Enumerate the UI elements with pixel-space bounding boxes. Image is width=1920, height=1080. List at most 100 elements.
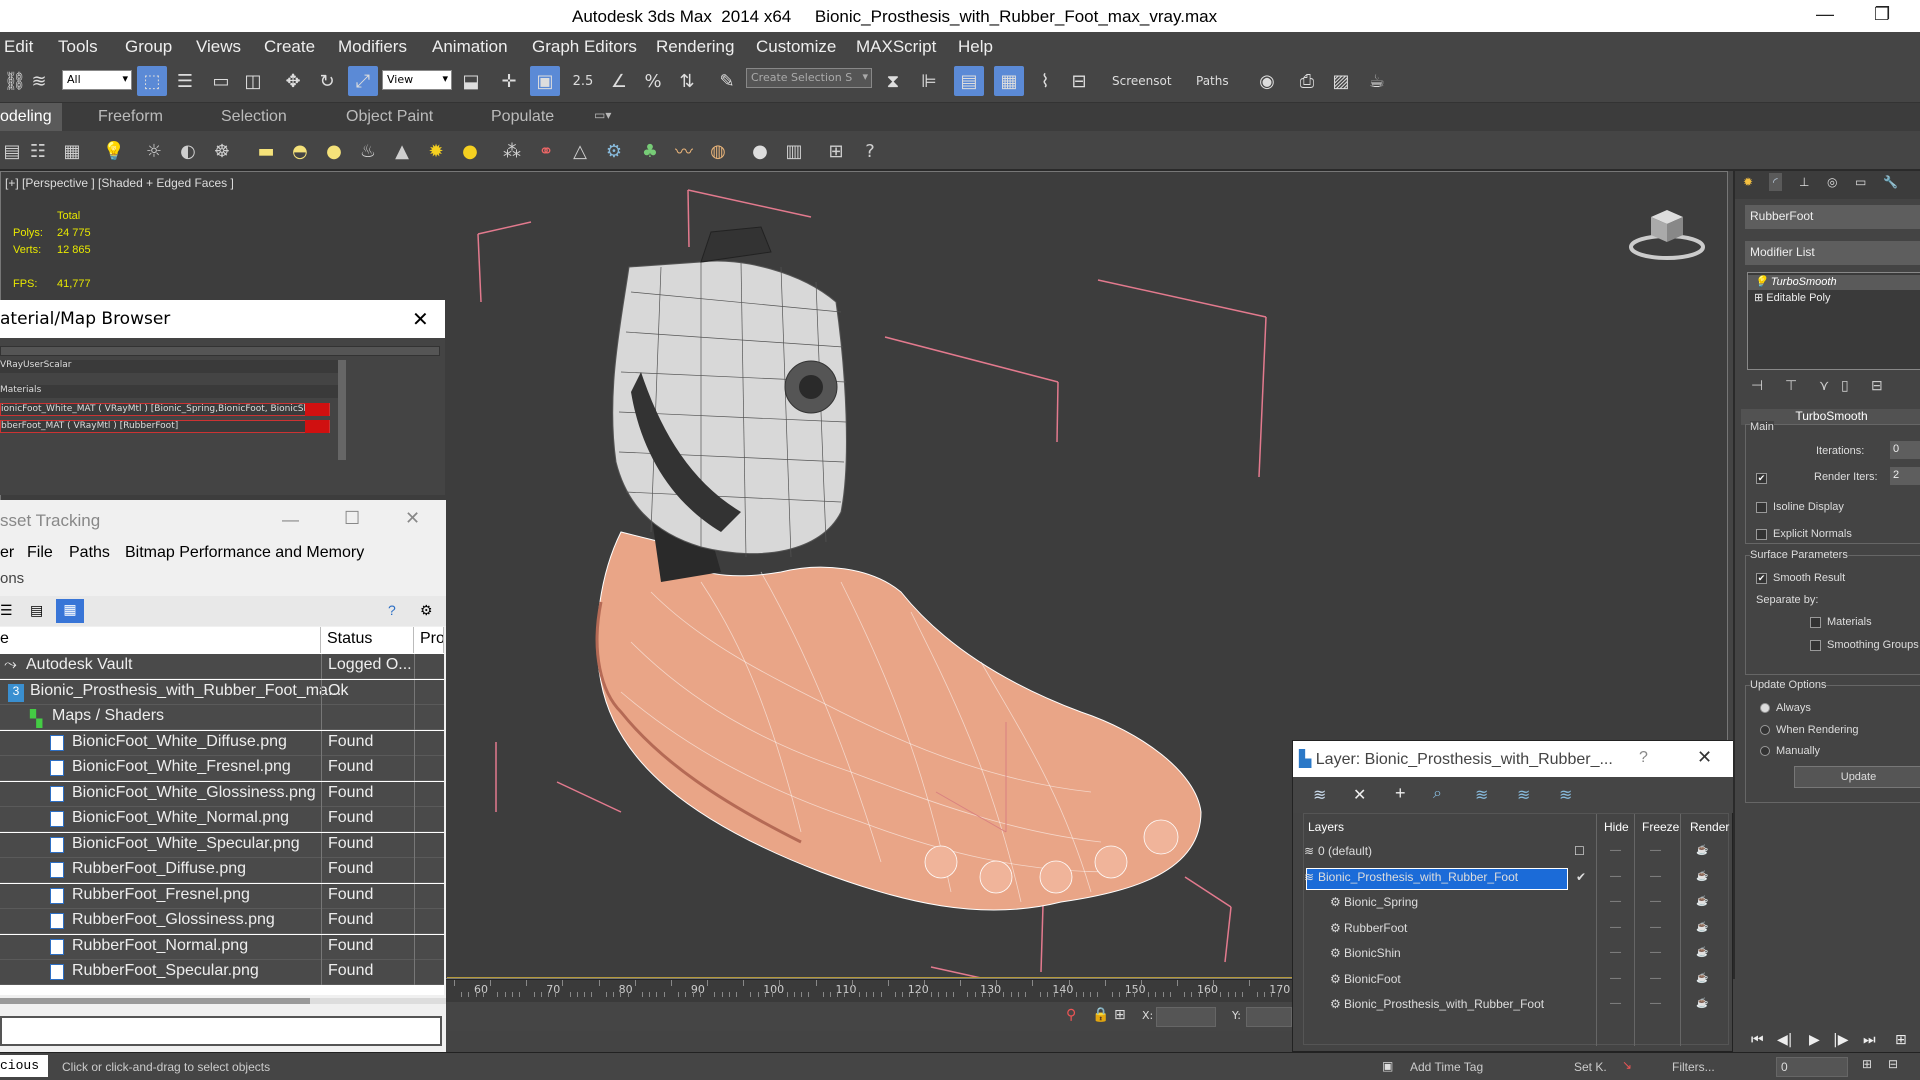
goto-start-icon[interactable]: ⏮ xyxy=(1751,1032,1764,1048)
tab-modeling[interactable]: odeling xyxy=(0,103,62,131)
play-icon[interactable]: ▶ xyxy=(1809,1032,1820,1048)
scrollbar[interactable] xyxy=(338,360,346,460)
freeze-column-header[interactable]: Freeze xyxy=(1642,820,1679,834)
percent-snap-icon[interactable]: % xyxy=(638,66,668,96)
tab-freeform[interactable]: Freeform xyxy=(98,108,163,126)
freeze-toggle-icon[interactable]: –– xyxy=(1650,871,1661,882)
gear-icon[interactable]: ⚙ xyxy=(602,139,626,163)
smoothing-groups-checkbox[interactable]: Smoothing Groups xyxy=(1810,639,1919,651)
pyramid-icon[interactable]: △ xyxy=(568,139,592,163)
browser-row[interactable]: ionicFoot_White_MAT ( VRayMtl ) [Bionic_… xyxy=(0,403,330,416)
stack-item-turbosmooth[interactable]: 💡 TurboSmooth xyxy=(1748,275,1920,290)
asset-row[interactable]: ⤳ Autodesk Vault Logged O... xyxy=(0,654,444,679)
paths-label[interactable]: Paths xyxy=(1196,74,1229,88)
view-icon[interactable]: ▤ xyxy=(0,139,24,163)
menu-animation[interactable]: Animation xyxy=(432,37,508,57)
freeze-all-icon[interactable]: ≋ xyxy=(1559,785,1572,805)
rendered-frame-icon[interactable]: ▨ xyxy=(1326,66,1356,96)
key-mode-toggle-icon[interactable]: ⊞ xyxy=(1895,1032,1907,1048)
tab-object-paint[interactable]: Object Paint xyxy=(346,108,433,126)
screenshot-label[interactable]: Screensot xyxy=(1112,74,1172,88)
render-toggle-icon[interactable]: ☕ xyxy=(1696,871,1708,882)
delete-layer-icon[interactable]: ✕ xyxy=(1353,785,1366,805)
select-manipulate-icon[interactable]: ✛ xyxy=(494,66,524,96)
modifier-list-dropdown[interactable]: Modifier List xyxy=(1745,241,1920,265)
asset-menu-server[interactable]: er xyxy=(0,544,14,562)
asset-menu-bitmap[interactable]: Bitmap Performance and Memory xyxy=(125,544,364,562)
sun-light-icon[interactable]: ✹ xyxy=(424,139,448,163)
search-bar[interactable] xyxy=(0,346,440,356)
iterations-spinner[interactable]: 0 xyxy=(1890,441,1920,459)
menu-edit[interactable]: Edit xyxy=(4,37,33,57)
freeze-toggle-icon[interactable]: –– xyxy=(1650,922,1661,933)
move-icon[interactable]: ✥ xyxy=(278,66,308,96)
render-column-header[interactable]: Render xyxy=(1690,820,1729,834)
browser-row[interactable]: VRayUserScalar xyxy=(0,360,340,373)
layer-row[interactable]: ≋ 0 (default) ☐ –– –– ☕ xyxy=(1304,840,1728,864)
minimize-icon[interactable]: — xyxy=(1816,4,1834,25)
next-frame-icon[interactable]: |▶ xyxy=(1833,1032,1848,1048)
sun-icon[interactable]: ☼ xyxy=(142,139,166,163)
unlink-icon[interactable]: ≋ xyxy=(24,66,54,96)
asset-row[interactable]: RubberFoot_Diffuse.png Found xyxy=(0,858,444,883)
time-config-icon[interactable]: ⊟ xyxy=(1888,1057,1898,1071)
horizontal-scrollbar[interactable] xyxy=(0,998,446,1004)
asset-row[interactable]: BionicFoot_White_Diffuse.png Found xyxy=(0,730,444,756)
motion-tab-icon[interactable]: ◎ xyxy=(1827,175,1837,189)
key-filter-icon[interactable]: ↘ xyxy=(1622,1058,1632,1072)
window-crossing-icon[interactable]: ◫ xyxy=(238,66,268,96)
show-end-result-icon[interactable]: ⊤ xyxy=(1785,377,1797,394)
list-view-icon[interactable]: ☰ xyxy=(0,602,13,619)
hide-toggle-icon[interactable]: –– xyxy=(1610,922,1621,933)
layer-row[interactable]: ⚙ RubberFoot –– –– ☕ xyxy=(1304,917,1728,941)
rotate-icon[interactable]: ↻ xyxy=(312,66,342,96)
material-sphere-icon[interactable]: ● xyxy=(748,139,772,163)
browser-row[interactable]: bberFoot_MAT ( VRayMtl ) [RubberFoot] xyxy=(0,420,330,433)
materials-checkbox[interactable]: Materials xyxy=(1810,616,1872,628)
menu-create[interactable]: Create xyxy=(264,37,315,57)
render-toggle-icon[interactable]: ☕ xyxy=(1696,947,1708,958)
select-object-icon[interactable]: ⬚ xyxy=(137,66,167,96)
configure-modifier-icon[interactable]: ⊟ xyxy=(1871,377,1883,394)
tab-populate[interactable]: Populate xyxy=(491,108,554,126)
absolute-mode-icon[interactable]: ⊞ xyxy=(1114,1007,1126,1023)
render-toggle-icon[interactable]: ☕ xyxy=(1696,845,1708,856)
asset-row[interactable]: BionicFoot_White_Normal.png Found xyxy=(0,807,444,832)
render-toggle-icon[interactable]: ☕ xyxy=(1696,973,1708,984)
menu-rendering[interactable]: Rendering xyxy=(656,37,734,57)
stack-item-editable-poly[interactable]: ⊞ Editable Poly xyxy=(1748,291,1920,306)
manually-radio[interactable]: Manually xyxy=(1760,745,1820,757)
lock-icon[interactable]: 🔒 xyxy=(1092,1007,1109,1023)
help-icon[interactable]: ? xyxy=(388,602,396,618)
asset-row[interactable]: 3 Bionic_Prosthesis_with_Rubber_Foot_ma..… xyxy=(0,679,444,705)
asset-row[interactable]: BionicFoot_White_Fresnel.png Found xyxy=(0,756,444,781)
object-name-field[interactable]: RubberFoot xyxy=(1745,205,1920,229)
layer-row[interactable]: ⚙ BionicShin –– –– ☕ xyxy=(1304,942,1728,966)
tab-selection[interactable]: Selection xyxy=(221,108,287,126)
time-ruler[interactable]: 60 70 80 90 100 110 120 130 140 150 160 170 xyxy=(446,980,1292,1002)
key-icon[interactable]: ⚲ xyxy=(1066,1007,1076,1023)
column-header-proxy[interactable]: Pro xyxy=(420,627,444,653)
maximize-icon[interactable]: ☐ xyxy=(344,508,360,529)
new-layer-icon[interactable]: ≋ xyxy=(1313,785,1326,805)
layer-row[interactable]: ⚙ Bionic_Spring –– –– ☕ xyxy=(1304,891,1728,915)
hide-column-header[interactable]: Hide xyxy=(1604,820,1629,834)
menu-modifiers[interactable]: Modifiers xyxy=(338,37,407,57)
x-coord-field[interactable] xyxy=(1156,1007,1216,1027)
material-editor-icon[interactable]: ◉ xyxy=(1252,66,1282,96)
asset-row[interactable]: RubberFoot_Normal.png Found xyxy=(0,934,444,960)
ribbon-options-icon[interactable]: ▭▾ xyxy=(594,108,611,122)
curve-editor-icon[interactable]: ⌇ xyxy=(1030,66,1060,96)
asset-row[interactable]: BionicFoot_White_Glossiness.png Found xyxy=(0,781,444,807)
hide-toggle-icon[interactable]: –– xyxy=(1610,973,1621,984)
freeze-toggle-icon[interactable]: –– xyxy=(1650,998,1661,1009)
keyboard-shortcut-icon[interactable]: ▣ xyxy=(530,66,560,96)
asset-row[interactable]: RubberFoot_Glossiness.png Found xyxy=(0,909,444,934)
layer-row[interactable]: ⚙ BionicFoot –– –– ☕ xyxy=(1304,968,1728,992)
edit-named-selection-icon[interactable]: ✎ xyxy=(712,66,742,96)
menu-tools[interactable]: Tools xyxy=(58,37,98,57)
add-time-tag-button[interactable]: Add Time Tag xyxy=(1410,1060,1483,1074)
hide-toggle-icon[interactable]: –– xyxy=(1610,845,1621,856)
expand-icon[interactable]: ⊞ xyxy=(1754,292,1763,304)
close-icon[interactable]: ✕ xyxy=(405,508,420,529)
